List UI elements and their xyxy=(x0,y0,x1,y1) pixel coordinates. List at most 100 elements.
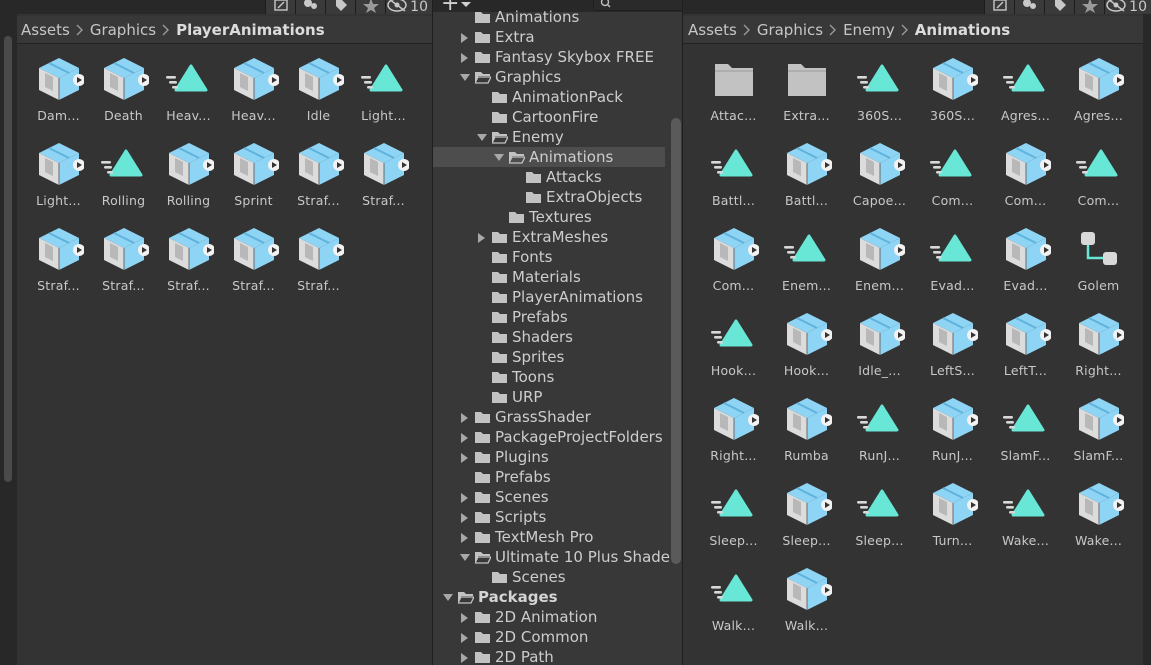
asset-item[interactable]: Walk... xyxy=(770,564,843,649)
asset-item[interactable]: RunJ... xyxy=(916,394,989,479)
asset-item[interactable]: Hook... xyxy=(770,309,843,394)
tree-item[interactable]: Textures xyxy=(433,207,665,227)
search-by-label-button[interactable] xyxy=(295,0,326,14)
favorite-button[interactable] xyxy=(1074,0,1105,14)
asset-item[interactable]: Sleep... xyxy=(843,479,916,564)
tree-item[interactable]: AnimationPack xyxy=(433,87,665,107)
expand-right-icon[interactable] xyxy=(460,413,470,423)
asset-item[interactable]: Attac... xyxy=(697,54,770,139)
expand-down-icon[interactable] xyxy=(460,553,470,563)
expand-right-icon[interactable] xyxy=(460,513,470,523)
asset-item[interactable]: Sleep... xyxy=(770,479,843,564)
asset-item[interactable]: Light... xyxy=(351,54,416,139)
breadcrumb-item[interactable]: Graphics xyxy=(757,21,823,39)
asset-item[interactable]: Sleep... xyxy=(697,479,770,564)
asset-item[interactable]: Capoe... xyxy=(843,139,916,224)
asset-item[interactable]: Light... xyxy=(26,139,91,224)
asset-item[interactable]: Straf... xyxy=(351,139,416,224)
asset-item[interactable]: Battl... xyxy=(770,139,843,224)
tree-item[interactable]: Scenes xyxy=(433,487,665,507)
tree-item[interactable]: Prefabs xyxy=(433,307,665,327)
asset-item[interactable]: Com... xyxy=(989,139,1062,224)
asset-item[interactable]: Extra... xyxy=(770,54,843,139)
tree-item[interactable]: Prefabs xyxy=(433,467,665,487)
tree-item[interactable]: Packages xyxy=(433,587,665,607)
hidden-packages-toggle[interactable]: 10 xyxy=(1104,0,1151,14)
tree-item[interactable]: TextMesh Pro xyxy=(433,527,665,547)
expand-right-icon[interactable] xyxy=(477,233,487,243)
tree-item[interactable]: Graphics xyxy=(433,67,665,87)
tree-item[interactable]: ExtraMeshes xyxy=(433,227,665,247)
tree-item[interactable]: Extra xyxy=(433,27,665,47)
tree-item[interactable]: PackageProjectFolders xyxy=(433,427,665,447)
tree-item[interactable]: PlayerAnimations xyxy=(433,287,665,307)
asset-item[interactable]: Enem... xyxy=(770,224,843,309)
asset-item[interactable]: Wake... xyxy=(1062,479,1135,564)
favorite-button[interactable] xyxy=(355,0,386,14)
expand-right-icon[interactable] xyxy=(460,433,470,443)
asset-item[interactable]: 360S... xyxy=(916,54,989,139)
tree-item[interactable]: GrassShader xyxy=(433,407,665,427)
search-by-type-button[interactable] xyxy=(265,0,296,14)
breadcrumb-item[interactable]: Graphics xyxy=(90,21,156,39)
expand-right-icon[interactable] xyxy=(460,453,470,463)
asset-item[interactable]: Straf... xyxy=(26,224,91,309)
asset-item[interactable]: Dam... xyxy=(26,54,91,139)
expand-right-icon[interactable] xyxy=(460,633,470,643)
tree-item[interactable]: 2D Path xyxy=(433,647,665,665)
asset-item[interactable]: Agres... xyxy=(989,54,1062,139)
asset-item[interactable]: Death xyxy=(91,54,156,139)
asset-item[interactable]: Evad... xyxy=(989,224,1062,309)
asset-item[interactable]: Com... xyxy=(1062,139,1135,224)
asset-item[interactable]: Golem xyxy=(1062,224,1135,309)
asset-item[interactable]: Right... xyxy=(1062,309,1135,394)
expand-right-icon[interactable] xyxy=(460,53,470,63)
tree-item[interactable]: Sprites xyxy=(433,347,665,367)
tree-item[interactable]: CartoonFire xyxy=(433,107,665,127)
breadcrumb-item[interactable]: Animations xyxy=(915,21,1010,39)
breadcrumb-item[interactable]: PlayerAnimations xyxy=(176,21,325,39)
asset-item[interactable]: RunJ... xyxy=(843,394,916,479)
asset-item[interactable]: Straf... xyxy=(221,224,286,309)
asset-item[interactable]: Straf... xyxy=(286,139,351,224)
tree-item[interactable]: ExtraObjects xyxy=(433,187,665,207)
expand-down-icon[interactable] xyxy=(443,593,453,603)
asset-item[interactable]: Right... xyxy=(697,394,770,479)
asset-item[interactable]: Battl... xyxy=(697,139,770,224)
tree-item[interactable]: URP xyxy=(433,387,665,407)
expand-down-icon[interactable] xyxy=(494,153,504,163)
asset-item[interactable]: LeftS... xyxy=(916,309,989,394)
tree-item[interactable]: Scripts xyxy=(433,507,665,527)
asset-item[interactable]: Hook... xyxy=(697,309,770,394)
asset-item[interactable]: Rolling xyxy=(156,139,221,224)
tag-filter-button[interactable] xyxy=(1044,0,1075,14)
tag-filter-button[interactable] xyxy=(325,0,356,14)
asset-item[interactable]: Evad... xyxy=(916,224,989,309)
asset-item[interactable]: Rolling xyxy=(91,139,156,224)
asset-item[interactable]: Straf... xyxy=(91,224,156,309)
tree-scrollbar[interactable] xyxy=(671,118,681,564)
asset-item[interactable]: Straf... xyxy=(286,224,351,309)
asset-item[interactable]: Walk... xyxy=(697,564,770,649)
left-scrollbar[interactable] xyxy=(4,36,12,482)
asset-item[interactable]: 360S... xyxy=(843,54,916,139)
tree-item[interactable]: 2D Animation xyxy=(433,607,665,627)
hidden-packages-toggle[interactable]: 10 xyxy=(385,0,432,14)
tree-item[interactable]: Fonts xyxy=(433,247,665,267)
tree-item[interactable]: 2D Common xyxy=(433,627,665,647)
breadcrumb-item[interactable]: Assets xyxy=(21,21,70,39)
asset-item[interactable]: Rumba xyxy=(770,394,843,479)
asset-item[interactable]: Wake... xyxy=(989,479,1062,564)
asset-item[interactable]: SlamF... xyxy=(989,394,1062,479)
asset-item[interactable]: Com... xyxy=(916,139,989,224)
asset-item[interactable]: Idle_... xyxy=(843,309,916,394)
breadcrumb-item[interactable]: Enemy xyxy=(843,21,895,39)
tree-item[interactable]: Toons xyxy=(433,367,665,387)
asset-item[interactable]: Com... xyxy=(697,224,770,309)
asset-item[interactable]: Straf... xyxy=(156,224,221,309)
asset-item[interactable]: Idle xyxy=(286,54,351,139)
expand-down-icon[interactable] xyxy=(460,73,470,83)
search-by-type-button[interactable] xyxy=(984,0,1015,14)
breadcrumb-item[interactable]: Assets xyxy=(688,21,737,39)
expand-right-icon[interactable] xyxy=(460,613,470,623)
